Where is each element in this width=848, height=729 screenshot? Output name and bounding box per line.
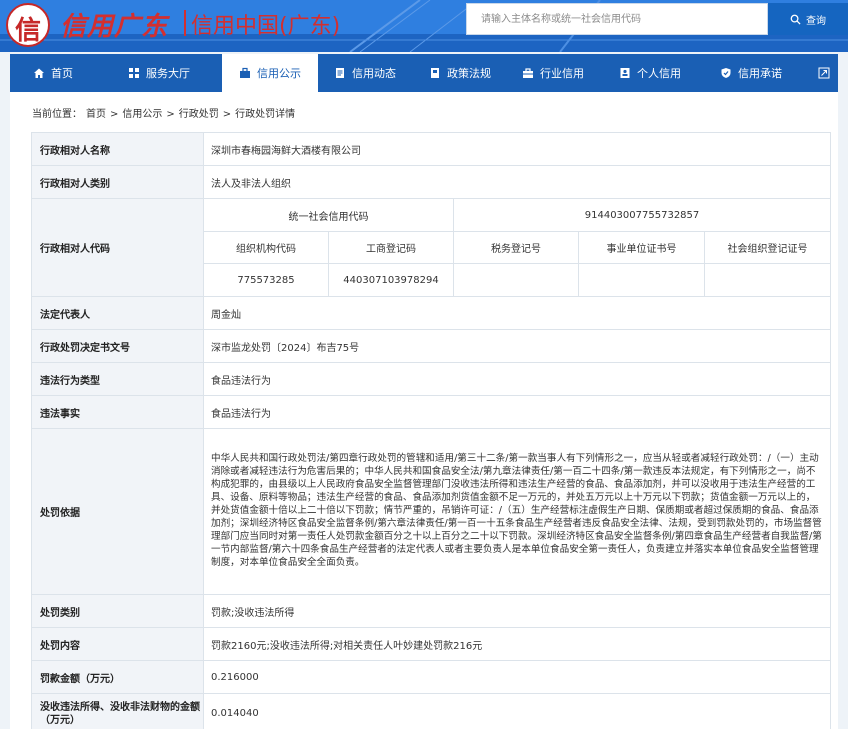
bag-icon	[240, 67, 250, 78]
code-header: 事业单位证书号	[578, 231, 705, 264]
fine-amount-value: 0.216000	[202, 660, 832, 694]
table-row: 处罚内容 罚款2160元;没收违法所得;对相关责任人叶妙建处罚款216元	[31, 627, 832, 661]
shield-icon	[721, 68, 731, 78]
breadcrumb-separator: >	[222, 109, 232, 120]
decision-number-value: 深市监龙处罚〔2024〕布吉75号	[202, 329, 832, 363]
penalty-basis-value: 中华人民共和国行政处罚法/第四章行政处罚的管辖和适用/第三十二条/第一款当事人有…	[202, 428, 832, 595]
site-header: 信 信用广东 信用中国(广东) 查询	[0, 0, 848, 52]
search-box	[466, 3, 768, 35]
row-label: 处罚类别	[31, 594, 204, 628]
code-header: 社会组织登记证号	[703, 231, 832, 264]
logo-emblem[interactable]: 信	[6, 3, 50, 47]
nav-item-credit-publicity[interactable]: 信用公示	[222, 54, 318, 92]
tax-reg-value	[453, 263, 579, 297]
nav-label: 信用公示	[257, 67, 301, 80]
expand-icon	[818, 67, 830, 79]
table-row: 违法事实 食品违法行为	[31, 395, 832, 429]
nav-label: 服务大厅	[146, 67, 190, 80]
nav-item-credit-news[interactable]: 信用动态	[318, 54, 412, 92]
table-row: 行政相对人名称 深圳市春梅园海鲜大酒楼有限公司	[31, 132, 832, 166]
penalty-detail-table: 行政相对人名称 深圳市春梅园海鲜大酒楼有限公司 行政相对人类别 法人及非法人组织…	[31, 132, 832, 729]
breadcrumb-link-home[interactable]: 首页	[86, 109, 106, 120]
logo-script-text[interactable]: 信用广东	[60, 6, 168, 43]
row-label: 行政相对人代码	[31, 198, 204, 297]
table-row: 行政处罚决定书文号 深市监龙处罚〔2024〕布吉75号	[31, 329, 832, 363]
id-card-icon	[620, 68, 630, 78]
content-panel: 当前位置： 首页 > 信用公示 > 行政处罚 > 行政处罚详情 行政相对人名称 深圳市春梅园海…	[10, 92, 838, 729]
row-label: 法定代表人	[31, 296, 204, 330]
institution-cert-value	[578, 263, 705, 297]
code-header: 工商登记码	[328, 231, 454, 264]
nav-item-home[interactable]: 首页	[10, 54, 96, 92]
nav-label: 行业信用	[540, 67, 584, 80]
violation-fact-value: 食品违法行为	[202, 395, 832, 429]
nav-label: 信用承诺	[738, 67, 782, 80]
confiscation-amount-value: 0.014040	[202, 693, 832, 729]
breadcrumb-link-credit-publicity[interactable]: 信用公示	[122, 109, 162, 120]
breadcrumb-prefix: 当前位置：	[32, 109, 82, 120]
nav-label: 政策法规	[447, 67, 491, 80]
table-row: 违法行为类型 食品违法行为	[31, 362, 832, 396]
briefcase-icon	[523, 68, 533, 78]
search-icon	[790, 14, 801, 25]
breadcrumb: 当前位置： 首页 > 信用公示 > 行政处罚 > 行政处罚详情	[32, 105, 299, 120]
document-icon	[336, 68, 344, 78]
table-row: 行政相对人代码 统一社会信用代码 914403007755732857	[31, 198, 832, 297]
uscc-value: 914403007755732857	[452, 198, 832, 232]
penalty-type-value: 罚款;没收违法所得	[202, 594, 832, 628]
row-label: 行政相对人名称	[31, 132, 204, 166]
nav-label: 首页	[51, 67, 73, 80]
code-header: 组织机构代码	[203, 231, 329, 264]
breadcrumb-link-penalty[interactable]: 行政处罚	[179, 109, 219, 120]
search-button-label: 查询	[806, 15, 826, 27]
search-input[interactable]	[467, 4, 767, 34]
penalty-content-value: 罚款2160元;没收违法所得;对相关责任人叶妙建处罚款216元	[202, 627, 832, 661]
logo-divider	[184, 10, 186, 36]
nav-item-service-hall[interactable]: 服务大厅	[96, 54, 222, 92]
subject-category-value: 法人及非法人组织	[202, 165, 832, 199]
main-nav: 首页 服务大厅 信用公示 信用动态 政策法规 行业信用 个人信用 信用承诺	[10, 54, 838, 92]
table-row: 罚款金额（万元） 0.216000	[31, 660, 832, 694]
legal-rep-value: 周金灿	[202, 296, 832, 330]
table-row: 行政相对人类别 法人及非法人组织	[31, 165, 832, 199]
violation-type-value: 食品违法行为	[202, 362, 832, 396]
row-label: 没收违法所得、没收非法财物的金额（万元）	[31, 693, 204, 729]
search-button[interactable]: 查询	[768, 3, 848, 35]
nav-expand-button[interactable]	[810, 54, 838, 92]
home-icon	[34, 68, 44, 78]
table-row: 处罚类别 罚款;没收违法所得	[31, 594, 832, 628]
row-label: 处罚内容	[31, 627, 204, 661]
row-label: 行政相对人类别	[31, 165, 204, 199]
row-label: 罚款金额（万元）	[31, 660, 204, 694]
row-label: 行政处罚决定书文号	[31, 329, 204, 363]
nav-item-personal-credit[interactable]: 个人信用	[598, 54, 702, 92]
site-title[interactable]: 信用中国(广东)	[191, 8, 340, 40]
nav-label: 信用动态	[352, 67, 396, 80]
row-label: 违法事实	[31, 395, 204, 429]
table-row: 法定代表人 周金灿	[31, 296, 832, 330]
grid-icon	[129, 68, 139, 78]
breadcrumb-current: 行政处罚详情	[235, 109, 296, 120]
table-row: 没收违法所得、没收非法财物的金额（万元） 0.014040	[31, 693, 832, 729]
uscc-header: 统一社会信用代码	[203, 198, 454, 232]
nav-label: 个人信用	[637, 67, 681, 80]
table-row: 处罚依据 中华人民共和国行政处罚法/第四章行政处罚的管辖和适用/第三十二条/第一…	[31, 428, 832, 595]
social-org-value	[703, 263, 832, 297]
subject-name-value: 深圳市春梅园海鲜大酒楼有限公司	[202, 132, 832, 166]
code-header: 税务登记号	[453, 231, 579, 264]
business-reg-value: 440307103978294	[328, 263, 454, 297]
breadcrumb-separator: >	[166, 109, 175, 120]
org-code-value: 775573285	[203, 263, 329, 297]
nav-item-policies[interactable]: 政策法规	[412, 54, 508, 92]
breadcrumb-separator: >	[110, 109, 119, 120]
book-icon	[431, 68, 439, 78]
row-label: 处罚依据	[31, 428, 204, 595]
nav-item-credit-commitment[interactable]: 信用承诺	[702, 54, 800, 92]
row-label: 违法行为类型	[31, 362, 204, 396]
nav-item-industry-credit[interactable]: 行业信用	[508, 54, 598, 92]
